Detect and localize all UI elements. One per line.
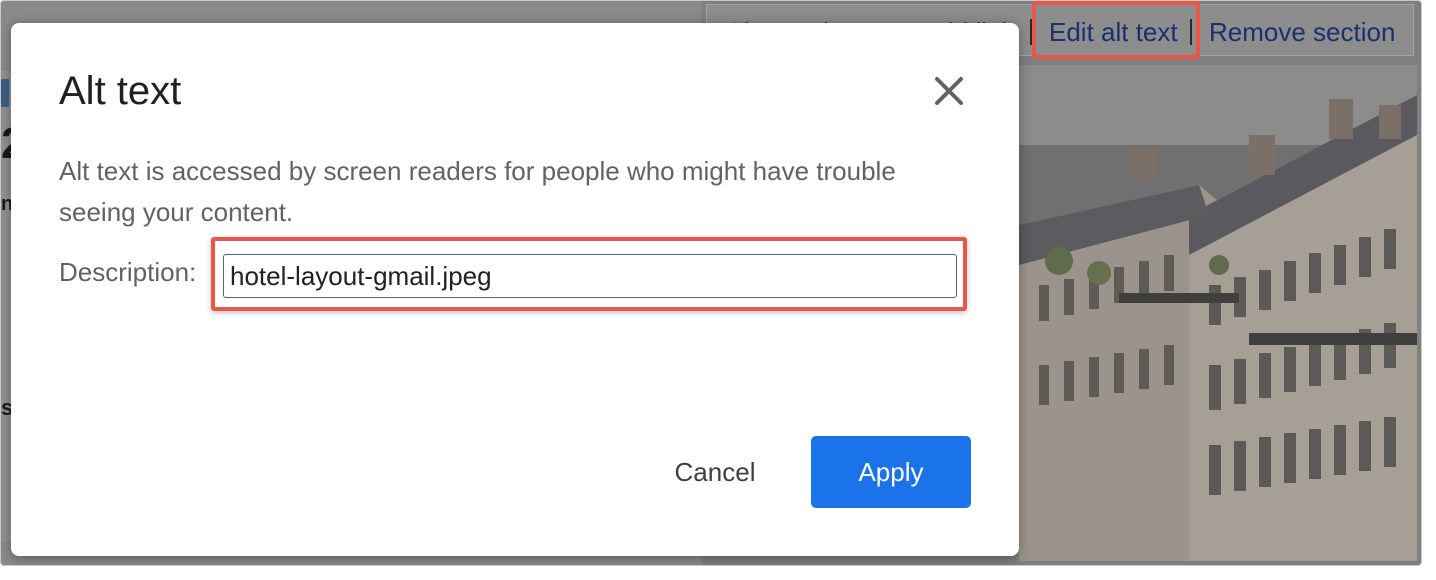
cancel-button[interactable]: Cancel <box>645 441 785 503</box>
building-illustration <box>1019 65 1417 561</box>
description-input[interactable] <box>223 254 957 298</box>
background-blue-chip <box>1 79 9 107</box>
dialog-title: Alt text <box>59 69 182 113</box>
remove-section-link[interactable]: Remove section <box>1209 17 1395 48</box>
alt-text-dialog: Alt text Alt text is accessed by screen … <box>11 23 1019 556</box>
hotel-photo <box>1019 65 1417 561</box>
close-button[interactable] <box>929 71 969 111</box>
edit-alt-text-highlight <box>1032 1 1200 59</box>
description-label: Description: <box>59 257 197 287</box>
screenshot-frame: 2 n s Change image Add link Edit alt tex… <box>0 0 1422 566</box>
apply-button[interactable]: Apply <box>811 436 971 508</box>
dialog-description: Alt text is accessed by screen readers f… <box>59 156 896 227</box>
close-icon[interactable] <box>929 71 969 111</box>
